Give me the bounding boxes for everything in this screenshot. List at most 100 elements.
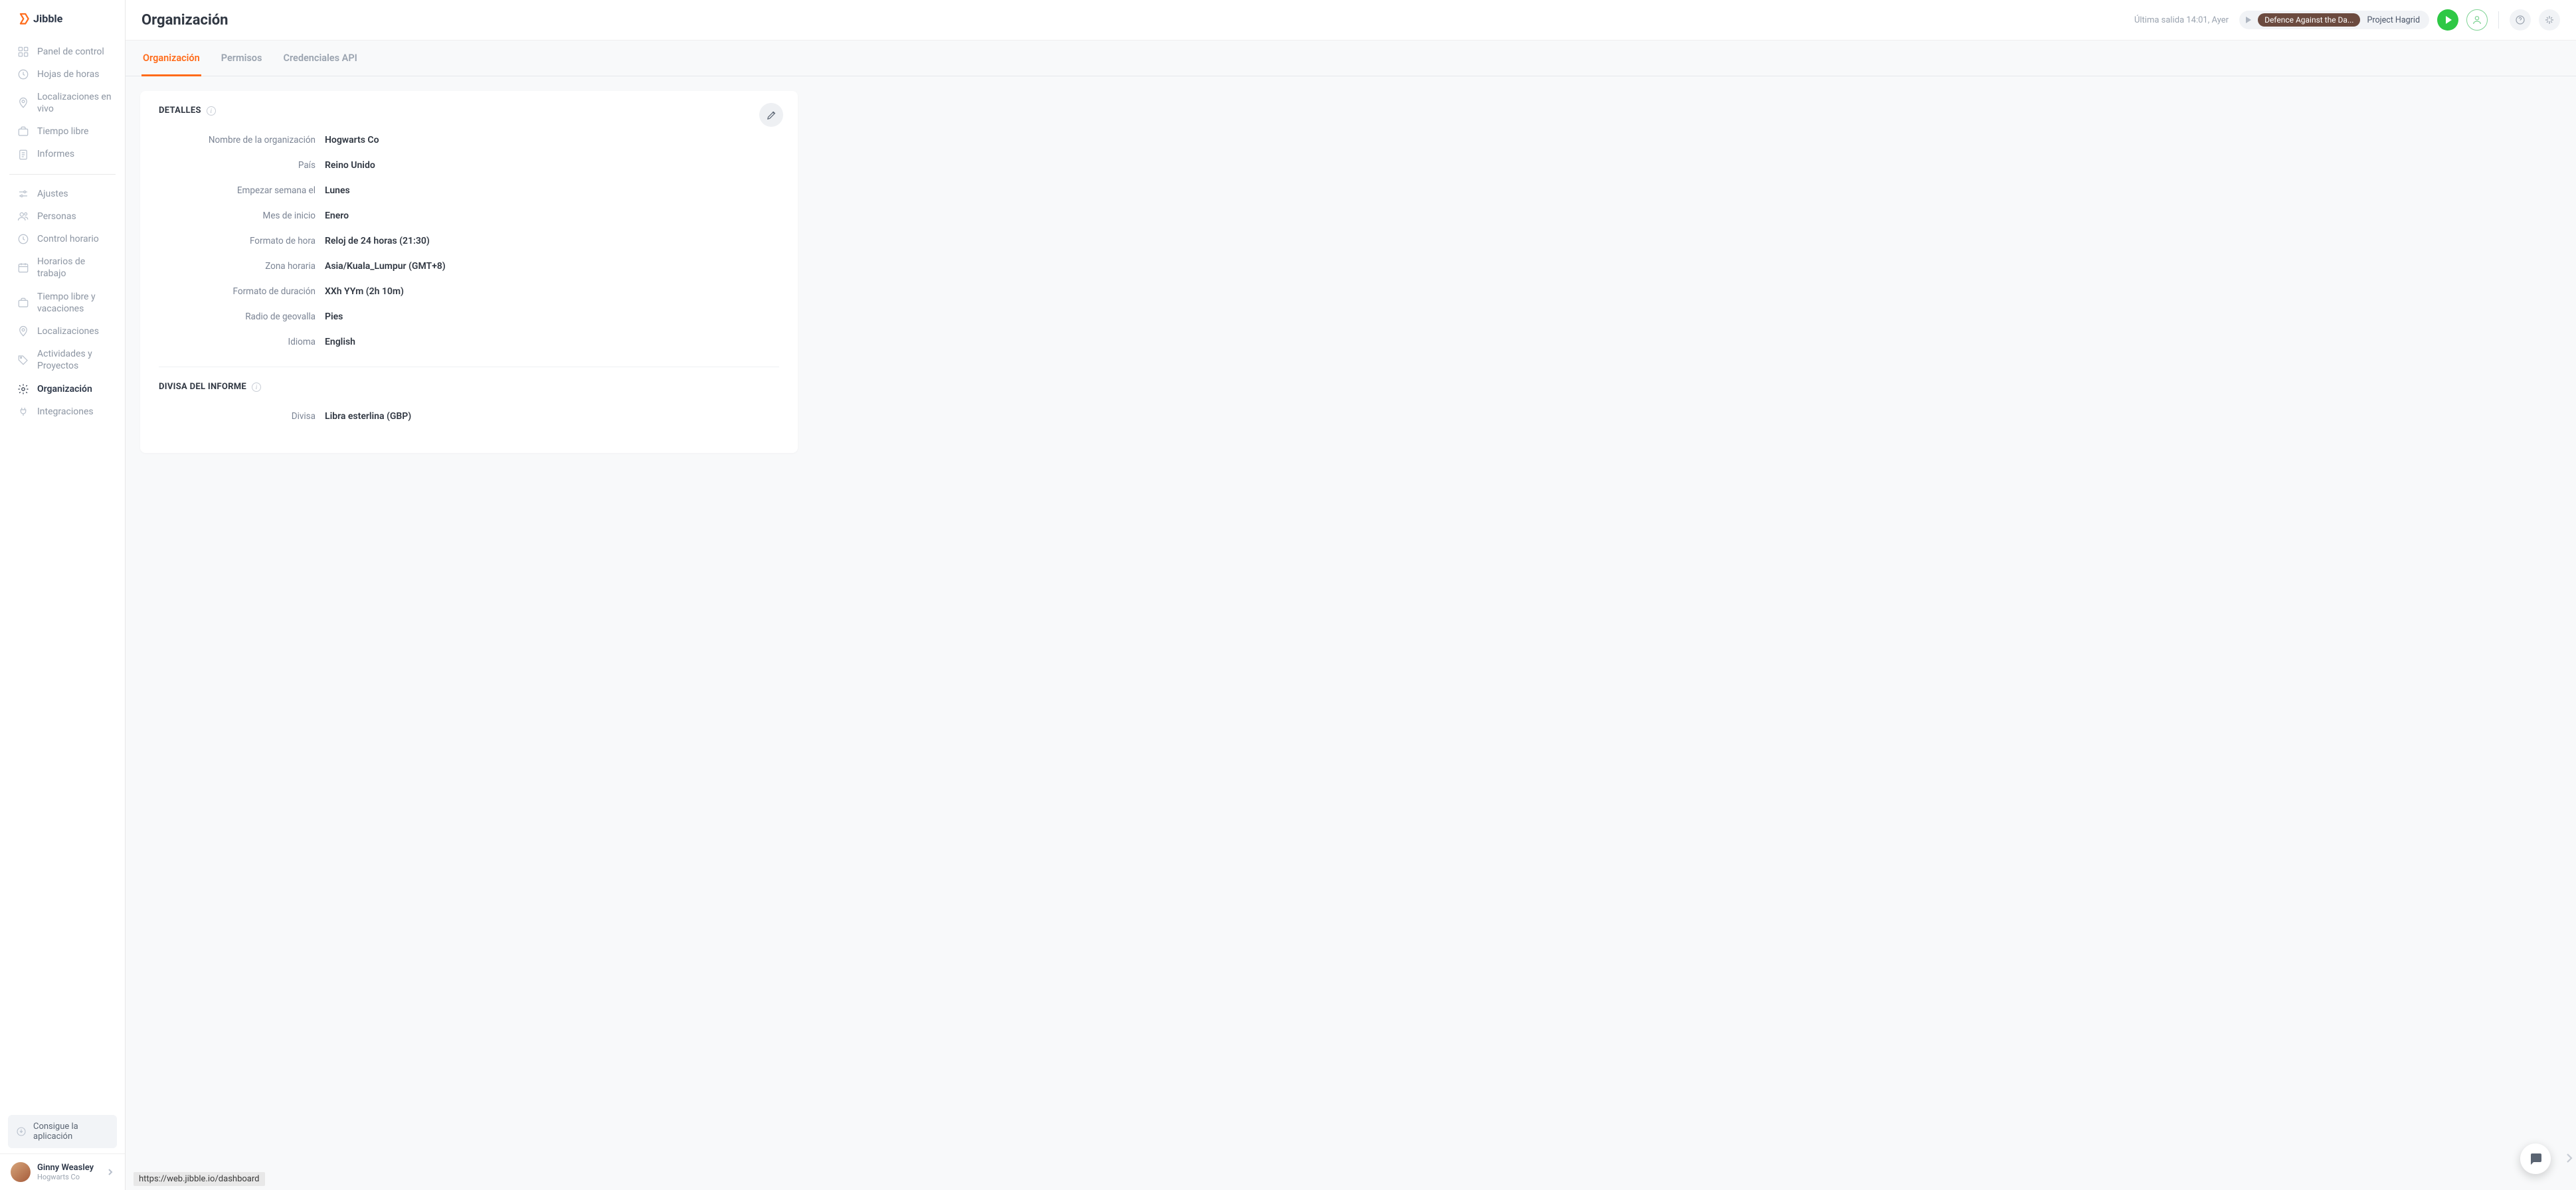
sidebar-item-dashboard[interactable]: Panel de control — [0, 41, 125, 63]
download-icon — [16, 1126, 27, 1137]
nav-group-main: Panel de control Hojas de horas Localiza… — [0, 35, 125, 171]
people-icon — [17, 211, 29, 222]
apps-button[interactable] — [2539, 9, 2560, 31]
detail-row: Formato de horaReloj de 24 horas (21:30) — [159, 228, 779, 254]
sidebar: Jibble Panel de control Hojas de horas L… — [0, 0, 126, 1190]
user-meta: Ginny Weasley Hogwarts Co — [37, 1163, 100, 1181]
sidebar-item-timeoff[interactable]: Tiempo libre — [0, 120, 125, 143]
detail-label: Zona horaria — [159, 261, 325, 272]
info-icon[interactable]: i — [207, 106, 216, 116]
detail-label: Formato de duración — [159, 286, 325, 297]
main: Organización Última salida 14:01, Ayer D… — [126, 0, 2576, 1190]
intercom-launcher[interactable] — [2520, 1144, 2551, 1174]
sidebar-item-activities-projects[interactable]: Actividades y Proyectos — [0, 343, 125, 377]
nav-group-settings: Ajustes Personas Control horario Horario… — [0, 177, 125, 428]
sidebar-item-label: Informes — [37, 148, 112, 160]
play-icon — [2246, 17, 2251, 23]
sidebar-item-label: Personas — [37, 211, 112, 222]
pencil-icon — [766, 110, 777, 121]
detail-label: Divisa — [159, 411, 325, 422]
sidebar-item-settings[interactable]: Ajustes — [0, 183, 125, 205]
detail-row: Nombre de la organizaciónHogwarts Co — [159, 128, 779, 153]
detail-row: Formato de duraciónXXh YYm (2h 10m) — [159, 279, 779, 304]
get-app-label: Consigue la aplicación — [33, 1122, 109, 1142]
detail-value: Reloj de 24 horas (21:30) — [325, 236, 430, 246]
sidebar-item-label: Ajustes — [37, 188, 112, 200]
briefcase-icon — [17, 126, 29, 137]
tab-api-credentials[interactable]: Credenciales API — [282, 41, 358, 76]
sliders-icon — [17, 188, 29, 200]
sidebar-item-label: Hojas de horas — [37, 68, 112, 80]
detail-value: Hogwarts Co — [325, 135, 379, 145]
edit-button[interactable] — [759, 103, 783, 127]
currency-heading: DIVISA DEL INFORME — [159, 382, 246, 392]
svg-text:Jibble: Jibble — [33, 12, 63, 25]
content: DETALLES i Nombre de la organizaciónHogw… — [126, 76, 2576, 1190]
currency-heading-row: DIVISA DEL INFORME i — [159, 382, 779, 392]
tab-organization[interactable]: Organización — [141, 41, 201, 76]
sidebar-item-label: Localizaciones en vivo — [37, 91, 112, 115]
detail-value: Libra esterlina (GBP) — [325, 411, 411, 422]
sidebar-item-live-locations[interactable]: Localizaciones en vivo — [0, 86, 125, 120]
profile-button[interactable] — [2466, 9, 2488, 31]
sidebar-item-work-schedules[interactable]: Horarios de trabajo — [0, 250, 125, 285]
detail-value: Enero — [325, 211, 349, 221]
user-org: Hogwarts Co — [37, 1173, 100, 1181]
brand-logo[interactable]: Jibble — [0, 0, 125, 35]
detail-label: Mes de inicio — [159, 211, 325, 221]
tabs: Organización Permisos Credenciales API — [126, 41, 2576, 76]
collapse-toggle[interactable] — [2565, 1151, 2573, 1167]
detail-value: Pies — [325, 311, 343, 322]
tab-permissions[interactable]: Permisos — [220, 41, 264, 76]
activity-chip: Defence Against the Da... — [2258, 13, 2360, 27]
detail-label: Empezar semana el — [159, 185, 325, 196]
sidebar-item-reports[interactable]: Informes — [0, 143, 125, 165]
info-icon[interactable]: i — [252, 382, 261, 392]
sidebar-item-integrations[interactable]: Integraciones — [0, 400, 125, 423]
sidebar-item-time-control[interactable]: Control horario — [0, 228, 125, 250]
detail-row: PaísReino Unido — [159, 153, 779, 178]
detail-label: Idioma — [159, 337, 325, 347]
detail-label: Nombre de la organización — [159, 135, 325, 145]
detail-row: Zona horariaAsia/Kuala_Lumpur (GMT+8) — [159, 254, 779, 279]
sidebar-item-label: Tiempo libre — [37, 126, 112, 137]
detail-row: Radio de geovallaPies — [159, 304, 779, 329]
sidebar-item-label: Tiempo libre y vacaciones — [37, 291, 112, 315]
clock-in-button[interactable] — [2437, 9, 2458, 31]
chevron-right-icon — [2565, 1151, 2573, 1165]
sidebar-item-timeoff-vacations[interactable]: Tiempo libre y vacaciones — [0, 286, 125, 320]
status-bar-url: https://web.jibble.io/dashboard — [134, 1172, 265, 1186]
get-app-button[interactable]: Consigue la aplicación — [8, 1115, 117, 1148]
sidebar-item-label: Control horario — [37, 233, 112, 245]
clock-icon — [17, 233, 29, 245]
sidebar-item-people[interactable]: Personas — [0, 205, 125, 228]
avatar — [11, 1162, 31, 1182]
details-heading: DETALLES — [159, 106, 201, 116]
detail-value: English — [325, 337, 355, 347]
sidebar-item-label: Horarios de trabajo — [37, 256, 112, 280]
detail-row: Empezar semana elLunes — [159, 178, 779, 203]
help-button[interactable] — [2510, 9, 2531, 31]
briefcase-icon — [17, 297, 29, 309]
project-chip: Project Hagrid — [2367, 15, 2420, 25]
user-menu[interactable]: Ginny Weasley Hogwarts Co — [0, 1153, 125, 1190]
detail-value: XXh YYm (2h 10m) — [325, 286, 404, 297]
schedule-icon — [17, 262, 29, 274]
divider — [2498, 11, 2499, 29]
activity-selector[interactable]: Defence Against the Da... Project Hagrid — [2239, 11, 2429, 29]
detail-row: DivisaLibra esterlina (GBP) — [159, 404, 779, 429]
pin-icon — [17, 97, 29, 109]
chevron-right-icon — [106, 1167, 114, 1177]
sidebar-item-organization[interactable]: Organización — [0, 378, 125, 400]
detail-value: Asia/Kuala_Lumpur (GMT+8) — [325, 261, 446, 272]
sidebar-item-timesheets[interactable]: Hojas de horas — [0, 63, 125, 86]
detail-label: Formato de hora — [159, 236, 325, 246]
detail-value: Reino Unido — [325, 160, 375, 171]
dashboard-icon — [17, 46, 29, 58]
sidebar-item-label: Organización — [37, 383, 112, 395]
details-heading-row: DETALLES i — [159, 106, 779, 116]
sidebar-item-locations[interactable]: Localizaciones — [0, 320, 125, 343]
pin-icon — [17, 325, 29, 337]
user-name: Ginny Weasley — [37, 1163, 100, 1173]
sidebar-item-label: Panel de control — [37, 46, 112, 58]
